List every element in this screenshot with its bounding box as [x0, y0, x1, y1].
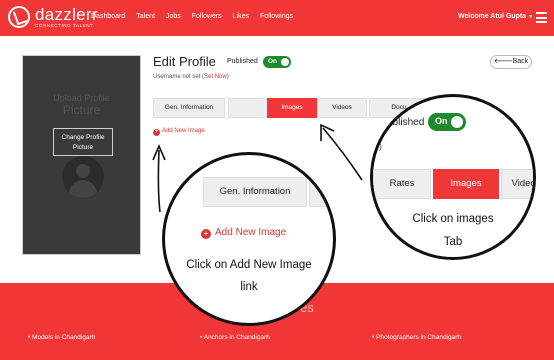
zoom-tab-rates: Rates: [373, 169, 431, 199]
zoom-tab-gen-information: Gen. Information: [203, 177, 307, 207]
zoom-caption-line2: Tab: [443, 236, 463, 248]
zoom-callout-images-tab: ublished On ) Rates Images Videos Click …: [370, 94, 536, 260]
zoom-tab-images: Images: [433, 169, 499, 199]
zoom-tab-videos: Videos: [501, 169, 533, 199]
zoom-caption-line1: Click on Add New Image: [186, 259, 312, 271]
zoom-add-new-image-link: + Add New Image: [201, 227, 286, 239]
zoom-published-toggle: On: [428, 113, 466, 131]
zoom-paren: ): [379, 141, 382, 151]
zoom-tab-next: [309, 177, 333, 207]
toggle-knob: [451, 116, 463, 128]
zoom-caption-line1: Click on images: [412, 213, 494, 225]
zoom-callout-add-image: Gen. Information + Add New Image Click on…: [162, 152, 336, 326]
zoom-caption-line2: link: [240, 281, 258, 293]
zoom-published-label: ublished: [387, 117, 425, 128]
plus-circle-icon: +: [201, 229, 211, 239]
